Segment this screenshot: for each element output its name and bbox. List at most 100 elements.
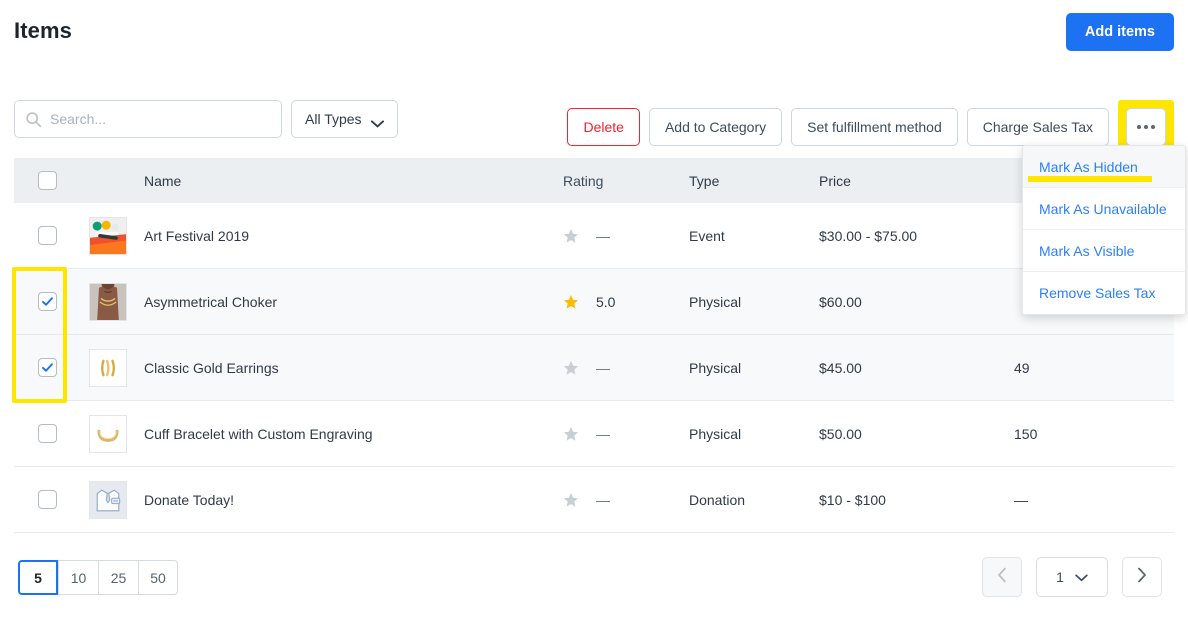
item-price: $45.00: [819, 360, 1014, 376]
pagination-footer: 5 10 25 50 1: [0, 560, 1188, 617]
search-input[interactable]: [50, 111, 260, 127]
item-name: Cuff Bracelet with Custom Engraving: [136, 426, 563, 442]
item-type: Event: [689, 228, 819, 244]
choker-necklace-thumbnail: [89, 283, 127, 321]
item-rating: —: [563, 492, 689, 508]
column-header-name: Name: [136, 173, 563, 189]
add-items-button[interactable]: Add items: [1066, 13, 1174, 51]
table-row[interactable]: Art Festival 2019 — Event $30.00 - $75.0…: [14, 203, 1174, 269]
row-thumbnail-cell: [80, 217, 136, 255]
row-thumbnail-cell: [80, 415, 136, 453]
art-supplies-thumbnail: [89, 217, 127, 255]
row-select-cell: [14, 490, 80, 509]
chevron-right-icon: [1137, 567, 1147, 588]
delete-button[interactable]: Delete: [567, 108, 639, 146]
column-header-price: Price: [819, 173, 1014, 189]
item-price: $60.00: [819, 294, 1014, 310]
search-icon: [25, 111, 42, 128]
menu-item-mark-as-visible[interactable]: Mark As Visible: [1023, 230, 1185, 272]
charge-sales-tax-button[interactable]: Charge Sales Tax: [967, 108, 1109, 146]
item-stock: 49: [1014, 360, 1174, 376]
star-icon-filled: [563, 294, 579, 310]
previous-page-button[interactable]: [982, 557, 1022, 597]
type-filter-dropdown[interactable]: All Types: [291, 100, 398, 138]
row-thumbnail-cell: [80, 349, 136, 387]
table-row[interactable]: Classic Gold Earrings — Physical $45.00 …: [14, 335, 1174, 401]
star-icon-empty: [563, 360, 579, 376]
rating-value: —: [596, 228, 610, 244]
column-header-rating: Rating: [563, 173, 689, 189]
page-size-5[interactable]: 5: [18, 560, 58, 595]
page-navigation: 1: [982, 557, 1162, 597]
page-size-selector: 5 10 25 50: [18, 560, 178, 595]
row-select-cell: [14, 358, 80, 377]
item-type: Physical: [689, 360, 819, 376]
select-all-checkbox[interactable]: [38, 171, 57, 190]
row-checkbox[interactable]: [38, 490, 57, 509]
menu-item-mark-as-unavailable[interactable]: Mark As Unavailable: [1023, 188, 1185, 230]
item-name: Art Festival 2019: [136, 228, 563, 244]
select-all-cell: [14, 171, 80, 190]
table-row[interactable]: Donate Today! — Donation $10 - $100 —: [14, 467, 1174, 533]
gold-earrings-thumbnail: [89, 349, 127, 387]
menu-item-mark-as-hidden[interactable]: Mark As Hidden: [1023, 146, 1185, 188]
add-to-category-button[interactable]: Add to Category: [649, 108, 782, 146]
row-thumbnail-cell: [80, 481, 136, 519]
column-header-type: Type: [689, 173, 819, 189]
page-title: Items: [14, 18, 72, 44]
rating-value: 5.0: [596, 294, 615, 310]
current-page-number: 1: [1056, 569, 1064, 585]
type-filter-label: All Types: [305, 111, 362, 127]
row-checkbox[interactable]: [38, 358, 57, 377]
rating-value: —: [596, 492, 610, 508]
item-rating: —: [563, 426, 689, 442]
item-type: Physical: [689, 294, 819, 310]
row-checkbox[interactable]: [38, 292, 57, 311]
item-type: Physical: [689, 426, 819, 442]
item-name: Classic Gold Earrings: [136, 360, 563, 376]
row-checkbox[interactable]: [38, 226, 57, 245]
item-rating: 5.0: [563, 294, 689, 310]
item-name: Donate Today!: [136, 492, 563, 508]
menu-item-remove-sales-tax[interactable]: Remove Sales Tax: [1023, 272, 1185, 314]
items-table: Name Rating Type Price: [14, 158, 1174, 533]
item-name: Asymmetrical Choker: [136, 294, 563, 310]
ellipsis-icon: [1137, 125, 1155, 129]
row-select-cell: [14, 424, 80, 443]
more-actions-menu: Mark As Hidden Mark As Unavailable Mark …: [1022, 145, 1186, 315]
page-number-dropdown[interactable]: 1: [1036, 557, 1108, 597]
page-size-50[interactable]: 50: [138, 560, 178, 595]
row-thumbnail-cell: [80, 283, 136, 321]
page-header: Items Add items: [0, 0, 1188, 66]
chevron-down-icon: [1075, 569, 1088, 585]
search-box[interactable]: [14, 100, 282, 138]
table-row[interactable]: Cuff Bracelet with Custom Engraving — Ph…: [14, 401, 1174, 467]
star-icon-empty: [563, 492, 579, 508]
item-price: $30.00 - $75.00: [819, 228, 1014, 244]
star-icon-empty: [563, 426, 579, 442]
item-type: Donation: [689, 492, 819, 508]
rating-value: —: [596, 426, 610, 442]
set-fulfillment-method-button[interactable]: Set fulfillment method: [791, 108, 958, 146]
item-price: $50.00: [819, 426, 1014, 442]
star-icon-empty: [563, 228, 579, 244]
gold-cuff-bracelet-thumbnail: [89, 415, 127, 453]
table-row[interactable]: Asymmetrical Choker 5.0 Physical $60.00: [14, 269, 1174, 335]
chevron-left-icon: [997, 567, 1007, 588]
row-checkbox[interactable]: [38, 424, 57, 443]
donation-shirt-thumbnail: [89, 481, 127, 519]
table-header-row: Name Rating Type Price: [14, 158, 1174, 203]
toolbar: All Types Delete Add to Category Set ful…: [0, 96, 1188, 144]
item-rating: —: [563, 360, 689, 376]
chevron-down-icon: [371, 115, 384, 123]
item-price: $10 - $100: [819, 492, 1014, 508]
page-size-25[interactable]: 25: [98, 560, 138, 595]
rating-value: —: [596, 360, 610, 376]
more-actions-button[interactable]: [1126, 108, 1166, 146]
item-stock: 150: [1014, 426, 1174, 442]
row-select-cell: [14, 226, 80, 245]
item-stock: —: [1014, 492, 1174, 508]
page-size-10[interactable]: 10: [58, 560, 98, 595]
item-rating: —: [563, 228, 689, 244]
next-page-button[interactable]: [1122, 557, 1162, 597]
